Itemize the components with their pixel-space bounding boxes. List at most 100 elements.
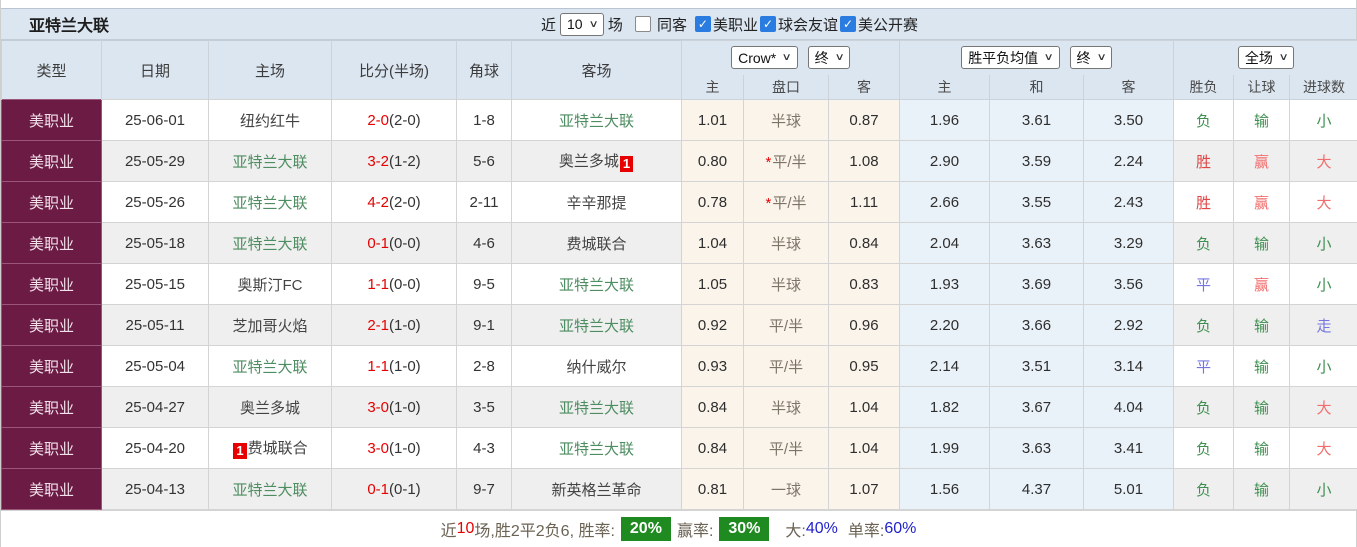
recent-count-select[interactable]: 10 ∨ <box>560 13 604 36</box>
score-cell: 4-2(2-0) <box>332 182 457 223</box>
home-team-link[interactable]: 芝加哥火焰 <box>232 318 307 335</box>
handicap-line-cell: 半球 <box>744 100 829 141</box>
date-cell: 25-05-29 <box>102 141 209 182</box>
profit-rate-badge: 30% <box>719 517 769 541</box>
europe-time-select[interactable]: 终 ∨ <box>1070 46 1112 69</box>
europe-away-odds: 5.01 <box>1084 469 1174 510</box>
away-team-link[interactable]: 亚特兰大联 <box>559 113 634 130</box>
half-score: (2-0) <box>389 112 421 129</box>
header-date: 日期 <box>102 41 209 100</box>
asia-away-odds: 0.84 <box>829 223 900 264</box>
outcome-cell: 负 <box>1174 428 1234 469</box>
score-cell: 2-1(1-0) <box>332 305 457 346</box>
handicap-result-cell: 输 <box>1234 223 1290 264</box>
handicap-result-cell: 输 <box>1234 469 1290 510</box>
asia-away-odds: 1.04 <box>829 428 900 469</box>
away-team-cell: 亚特兰大联 <box>512 428 682 469</box>
handicap-line-cell: 一球 <box>744 469 829 510</box>
full-score: 3-2 <box>367 153 389 170</box>
footer-prefix: 近 <box>441 517 457 541</box>
home-team-link[interactable]: 纽约红牛 <box>240 113 300 130</box>
asia-away-odds: 0.96 <box>829 305 900 346</box>
league-cell: 美职业 <box>2 223 102 264</box>
handicap-line-cell: *平/半 <box>744 182 829 223</box>
home-team-link[interactable]: 奥兰多城 <box>240 400 300 417</box>
outcome-cell: 负 <box>1174 223 1234 264</box>
goals-result-cell: 大 <box>1290 428 1357 469</box>
scope-select[interactable]: 全场 ∨ <box>1238 46 1294 69</box>
header-outcome: 胜负 <box>1174 75 1234 100</box>
asia-away-odds: 1.07 <box>829 469 900 510</box>
home-team-link[interactable]: 亚特兰大联 <box>232 195 307 212</box>
match-row: 美职业25-04-13亚特兰大联0-1(0-1)9-7新英格兰革命0.81一球1… <box>2 469 1357 510</box>
home-team-link[interactable]: 亚特兰大联 <box>232 359 307 376</box>
away-team-cell: 纳什威尔 <box>512 346 682 387</box>
europe-home-odds: 1.56 <box>900 469 990 510</box>
home-team-link[interactable]: 费城联合 <box>248 440 308 457</box>
company-select[interactable]: Crow* ∨ <box>731 46 797 69</box>
europe-draw-odds: 4.37 <box>990 469 1084 510</box>
away-team-link[interactable]: 纳什威尔 <box>566 359 626 376</box>
scope-select-value: 全场 <box>1245 48 1273 68</box>
away-team-link[interactable]: 亚特兰大联 <box>559 400 634 417</box>
home-team-link[interactable]: 亚特兰大联 <box>232 236 307 253</box>
league-filter-checkbox-mls[interactable]: ✓ <box>695 16 711 32</box>
company-time-select[interactable]: 终 ∨ <box>808 46 850 69</box>
match-row: 美职业25-05-18亚特兰大联0-1(0-0)4-6费城联合1.04半球0.8… <box>2 223 1357 264</box>
away-team-link[interactable]: 亚特兰大联 <box>559 318 634 335</box>
europe-avg-value: 胜平负均值 <box>968 48 1038 68</box>
away-team-link[interactable]: 奥兰多城 <box>559 153 619 170</box>
chevron-down-icon: ∨ <box>588 19 598 30</box>
half-score: (1-0) <box>389 440 421 457</box>
footer-summary: 场,胜2平2负6, 胜率: <box>474 517 614 541</box>
company-time-value: 终 <box>815 48 829 68</box>
handicap-line-cell: 半球 <box>744 223 829 264</box>
date-cell: 25-05-15 <box>102 264 209 305</box>
europe-draw-odds: 3.67 <box>990 387 1084 428</box>
check-icon: ✓ <box>763 18 773 30</box>
europe-avg-select[interactable]: 胜平负均值 ∨ <box>961 46 1059 69</box>
handicap-result-cell: 输 <box>1234 305 1290 346</box>
chevron-down-icon: ∨ <box>1044 52 1054 63</box>
home-team-link[interactable]: 奥斯汀FC <box>238 277 303 294</box>
home-team-link[interactable]: 亚特兰大联 <box>232 154 307 171</box>
match-table: 类型 日期 主场 比分(半场) 角球 客场 Crow* ∨ 终 ∨ <box>1 40 1357 510</box>
same-away-checkbox[interactable] <box>635 16 651 32</box>
away-team-link[interactable]: 亚特兰大联 <box>559 277 634 294</box>
away-team-link[interactable]: 亚特兰大联 <box>559 441 634 458</box>
full-score: 3-0 <box>367 440 389 457</box>
goals-result-cell: 走 <box>1290 305 1357 346</box>
match-row: 美职业25-05-04亚特兰大联1-1(1-0)2-8纳什威尔0.93平/半0.… <box>2 346 1357 387</box>
league-filter-checkbox-open-cup[interactable]: ✓ <box>840 16 856 32</box>
big-rate-label: 大: <box>785 517 805 541</box>
asia-away-odds: 1.08 <box>829 141 900 182</box>
outcome-cell: 胜 <box>1174 141 1234 182</box>
corner-cell: 2-11 <box>457 182 512 223</box>
home-team-link[interactable]: 亚特兰大联 <box>232 482 307 499</box>
away-team-cell: 新英格兰革命 <box>512 469 682 510</box>
away-team-link[interactable]: 辛辛那提 <box>566 195 626 212</box>
score-cell: 2-0(2-0) <box>332 100 457 141</box>
europe-away-odds: 3.29 <box>1084 223 1174 264</box>
league-cell: 美职业 <box>2 305 102 346</box>
europe-home-odds: 2.14 <box>900 346 990 387</box>
europe-away-odds: 3.14 <box>1084 346 1174 387</box>
corner-cell: 2-8 <box>457 346 512 387</box>
league-filter-checkbox-friendly[interactable]: ✓ <box>760 16 776 32</box>
half-score: (1-0) <box>389 399 421 416</box>
goals-result-cell: 小 <box>1290 469 1357 510</box>
away-team-link[interactable]: 新英格兰革命 <box>551 482 641 499</box>
outcome-cell: 平 <box>1174 346 1234 387</box>
away-team-link[interactable]: 费城联合 <box>566 236 626 253</box>
match-table-body: 美职业25-06-01纽约红牛2-0(2-0)1-8亚特兰大联1.01半球0.8… <box>2 100 1357 510</box>
europe-away-odds: 2.92 <box>1084 305 1174 346</box>
chevron-down-icon: ∨ <box>1096 52 1106 63</box>
moved-line-star: * <box>765 154 771 171</box>
match-row: 美职业25-04-27奥兰多城3-0(1-0)3-5亚特兰大联0.84半球1.0… <box>2 387 1357 428</box>
footer-count: 10 <box>457 520 475 538</box>
header-eu-draw: 和 <box>990 75 1084 100</box>
away-team-cell: 亚特兰大联 <box>512 387 682 428</box>
outcome-cell: 负 <box>1174 305 1234 346</box>
europe-away-odds: 3.50 <box>1084 100 1174 141</box>
outcome-cell: 平 <box>1174 264 1234 305</box>
